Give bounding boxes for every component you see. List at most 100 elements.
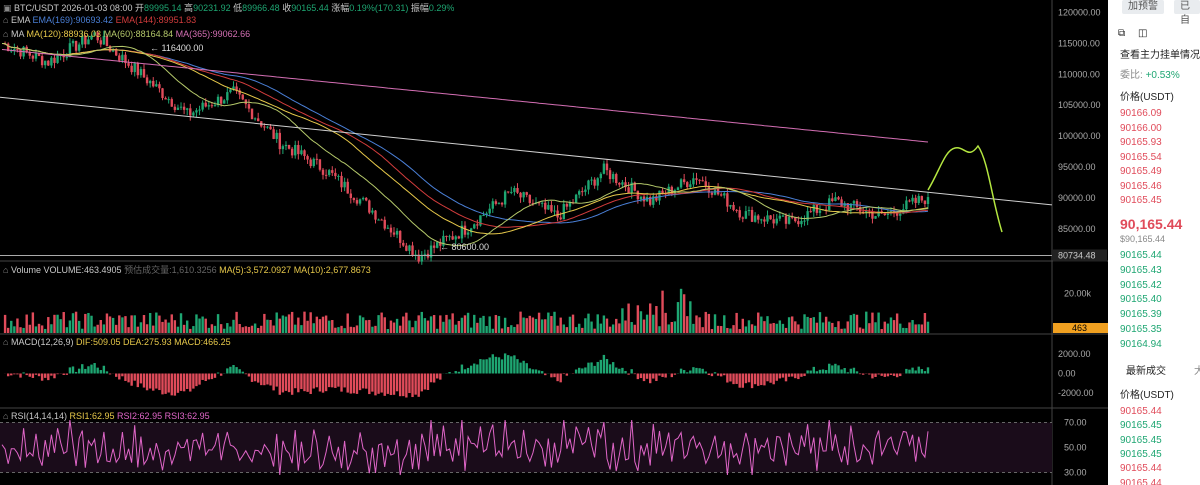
ask-row[interactable]: 90165.46 bbox=[1120, 181, 1162, 192]
candle-body bbox=[605, 163, 609, 171]
volume-bar bbox=[294, 324, 297, 333]
rsi-legend[interactable]: ⌂ RSI(14,14,14) RSI1:62.95 RSI2:62.95 RS… bbox=[3, 411, 210, 421]
orderbook-sidebar: 加预警 已自 ⧉ ◫ 查看主力挂单情况 委比: +0.53% 价格(USDT) … bbox=[1108, 0, 1200, 485]
candle-body bbox=[167, 99, 170, 101]
volume-bar bbox=[837, 321, 840, 333]
macd-bar bbox=[469, 365, 473, 374]
macd-bar bbox=[692, 367, 695, 374]
candle-body bbox=[473, 224, 476, 229]
candle-body bbox=[639, 196, 643, 200]
candle-body bbox=[256, 118, 260, 122]
volume-bar bbox=[432, 315, 436, 333]
macd-bar bbox=[253, 373, 257, 382]
macd-bar bbox=[565, 373, 569, 376]
candle-body bbox=[726, 193, 729, 207]
volume-bar bbox=[303, 311, 306, 333]
macd-bar bbox=[74, 371, 78, 374]
macd-bar bbox=[436, 373, 439, 379]
ask-row[interactable]: 90165.54 bbox=[1120, 152, 1162, 163]
candle-body bbox=[145, 77, 149, 84]
macd-legend[interactable]: ⌂ MACD(12,26,9) DIF:509.05 DEA:275.93 MA… bbox=[3, 337, 231, 347]
bid-row[interactable]: 90165.39 bbox=[1120, 309, 1162, 320]
candle-body bbox=[192, 112, 195, 116]
volume-legend[interactable]: ⌂ Volume VOLUME:463.4905 预估成交量:1,610.325… bbox=[3, 263, 371, 276]
volume-bar bbox=[861, 328, 865, 333]
candle-body bbox=[547, 205, 550, 210]
ema144-label: EMA(144):89951.83 bbox=[115, 15, 197, 25]
macd-bar bbox=[621, 367, 624, 374]
volume-bar bbox=[238, 324, 241, 333]
volume-bar bbox=[815, 322, 819, 333]
macd-bar bbox=[297, 373, 300, 393]
datetime: 2026-01-03 08:00 bbox=[61, 3, 133, 13]
macd-bar bbox=[6, 373, 10, 377]
ask-row[interactable]: 90165.93 bbox=[1120, 137, 1162, 148]
tab-large[interactable]: 大 bbox=[1194, 362, 1200, 377]
macd-bar bbox=[581, 368, 584, 374]
macd-bar bbox=[821, 369, 825, 374]
volume-bar bbox=[182, 324, 186, 333]
bid-row[interactable]: 90164.94 bbox=[1120, 339, 1162, 350]
ma-legend[interactable]: ⌂ MA MA(120):88936.03 MA(60):88164.84 MA… bbox=[3, 29, 250, 39]
ask-row[interactable]: 90165.45 bbox=[1120, 195, 1162, 206]
volume-bar bbox=[127, 327, 130, 333]
macd-bar bbox=[192, 373, 195, 389]
candle-body bbox=[281, 146, 285, 150]
volume-bar bbox=[445, 314, 448, 333]
bid-row[interactable]: 90165.43 bbox=[1120, 265, 1162, 276]
bid-row[interactable]: 90165.42 bbox=[1120, 280, 1162, 291]
macd-bar bbox=[615, 367, 618, 374]
candle-body bbox=[118, 55, 121, 61]
ask-row[interactable]: 90165.49 bbox=[1120, 166, 1162, 177]
volume-bar bbox=[176, 326, 180, 333]
collapse-icon[interactable]: ⌂ bbox=[3, 265, 8, 275]
add-alert-button[interactable]: 加预警 bbox=[1122, 0, 1164, 14]
collapse-icon[interactable]: ⌂ bbox=[3, 337, 8, 347]
candle-body bbox=[917, 196, 920, 203]
candle-body bbox=[272, 129, 275, 139]
ma120-label: MA(120):88936.03 bbox=[26, 29, 102, 39]
copy-icon[interactable]: ⧉ bbox=[1118, 28, 1125, 39]
volume-bar bbox=[803, 314, 806, 333]
ask-row[interactable]: 90166.00 bbox=[1120, 123, 1162, 134]
bid-row[interactable]: 90165.35 bbox=[1120, 324, 1162, 335]
macd-bar bbox=[371, 373, 374, 392]
volume-bar bbox=[713, 314, 717, 333]
macd-bar bbox=[457, 371, 461, 374]
volume-bar bbox=[136, 326, 140, 333]
macd-bar bbox=[479, 359, 482, 374]
candle-body bbox=[562, 204, 565, 220]
macd-bar bbox=[334, 373, 337, 388]
chart-area[interactable]: 120000.00 115000.00 110000.00 105000.00 1000… bbox=[0, 0, 1108, 485]
volume-bar bbox=[266, 319, 269, 333]
macd-bar bbox=[238, 369, 241, 374]
ask-row[interactable]: 90166.09 bbox=[1120, 108, 1162, 119]
bid-row[interactable]: 90165.40 bbox=[1120, 294, 1162, 305]
candle-body bbox=[182, 106, 186, 110]
candle-body bbox=[899, 213, 902, 216]
macd-bar bbox=[216, 372, 220, 374]
macd-bar bbox=[50, 373, 53, 376]
macd-bar bbox=[682, 370, 686, 374]
bell-icon[interactable]: ◫ bbox=[1138, 28, 1147, 39]
depth-link[interactable]: 查看主力挂单情况 bbox=[1120, 46, 1200, 61]
volume-bar bbox=[528, 315, 532, 333]
macd-bar bbox=[784, 373, 788, 382]
collapse-icon[interactable]: ⌂ bbox=[3, 29, 8, 39]
candle-body bbox=[389, 227, 393, 233]
candle-body bbox=[519, 192, 522, 198]
collapse-icon[interactable]: ⌂ bbox=[3, 411, 8, 421]
macd-bar bbox=[883, 373, 886, 377]
macd-bar bbox=[256, 373, 260, 383]
volume-bar bbox=[818, 312, 822, 333]
bid-row[interactable]: 90165.44 bbox=[1120, 250, 1162, 261]
saved-button[interactable]: 已自 bbox=[1174, 0, 1200, 26]
ema-legend[interactable]: ⌂ EMA EMA(169):90693.42 EMA(144):89951.8… bbox=[3, 15, 196, 25]
macd-bar bbox=[707, 373, 711, 376]
candle-body bbox=[763, 219, 766, 222]
collapse-icon[interactable]: ⌂ bbox=[3, 15, 8, 25]
tab-latest-trades[interactable]: 最新成交 bbox=[1126, 362, 1166, 377]
macd-bar bbox=[40, 373, 44, 381]
volume-bar bbox=[537, 312, 541, 333]
candle-body bbox=[905, 200, 908, 210]
